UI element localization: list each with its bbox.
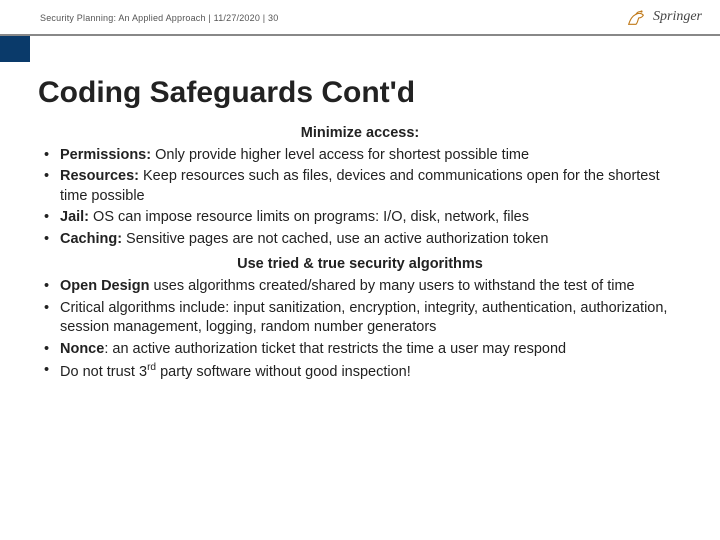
top-bar: Security Planning: An Applied Approach |… <box>0 0 720 36</box>
list-item: Resources: Keep resources such as files,… <box>44 167 682 206</box>
slide: Security Planning: An Applied Approach |… <box>0 0 720 540</box>
list-item: Critical algorithms include: input sanit… <box>44 299 682 338</box>
content-area: Coding Safeguards Cont'd Minimize access… <box>0 36 720 383</box>
subheading-2: Use tried & true security algorithms <box>38 255 682 275</box>
list-item: Nonce: an active authorization ticket th… <box>44 340 682 360</box>
doc-title: Security Planning: An Applied Approach <box>40 13 206 23</box>
publisher-name: Springer <box>653 9 702 25</box>
slide-title: Coding Safeguards Cont'd <box>38 76 682 110</box>
header-meta: Security Planning: An Applied Approach |… <box>40 13 278 23</box>
accent-block <box>0 36 30 62</box>
top-divider <box>0 34 720 36</box>
list-item: Jail: OS can impose resource limits on p… <box>44 208 682 228</box>
bullet-list-2: Open Design uses algorithms created/shar… <box>38 277 682 383</box>
page-number: 30 <box>268 13 278 23</box>
body-text: Minimize access: Permissions: Only provi… <box>38 124 682 383</box>
subheading-1: Minimize access: <box>38 124 682 144</box>
list-item: Permissions: Only provide higher level a… <box>44 146 682 166</box>
doc-date: 11/27/2020 <box>214 13 260 23</box>
list-item: Caching: Sensitive pages are not cached,… <box>44 230 682 250</box>
publisher-logo: Springer <box>625 6 702 28</box>
list-item: Open Design uses algorithms created/shar… <box>44 277 682 297</box>
bullet-list-1: Permissions: Only provide higher level a… <box>38 146 682 250</box>
springer-horse-icon <box>625 6 647 28</box>
list-item: Do not trust 3rd party software without … <box>44 361 682 382</box>
